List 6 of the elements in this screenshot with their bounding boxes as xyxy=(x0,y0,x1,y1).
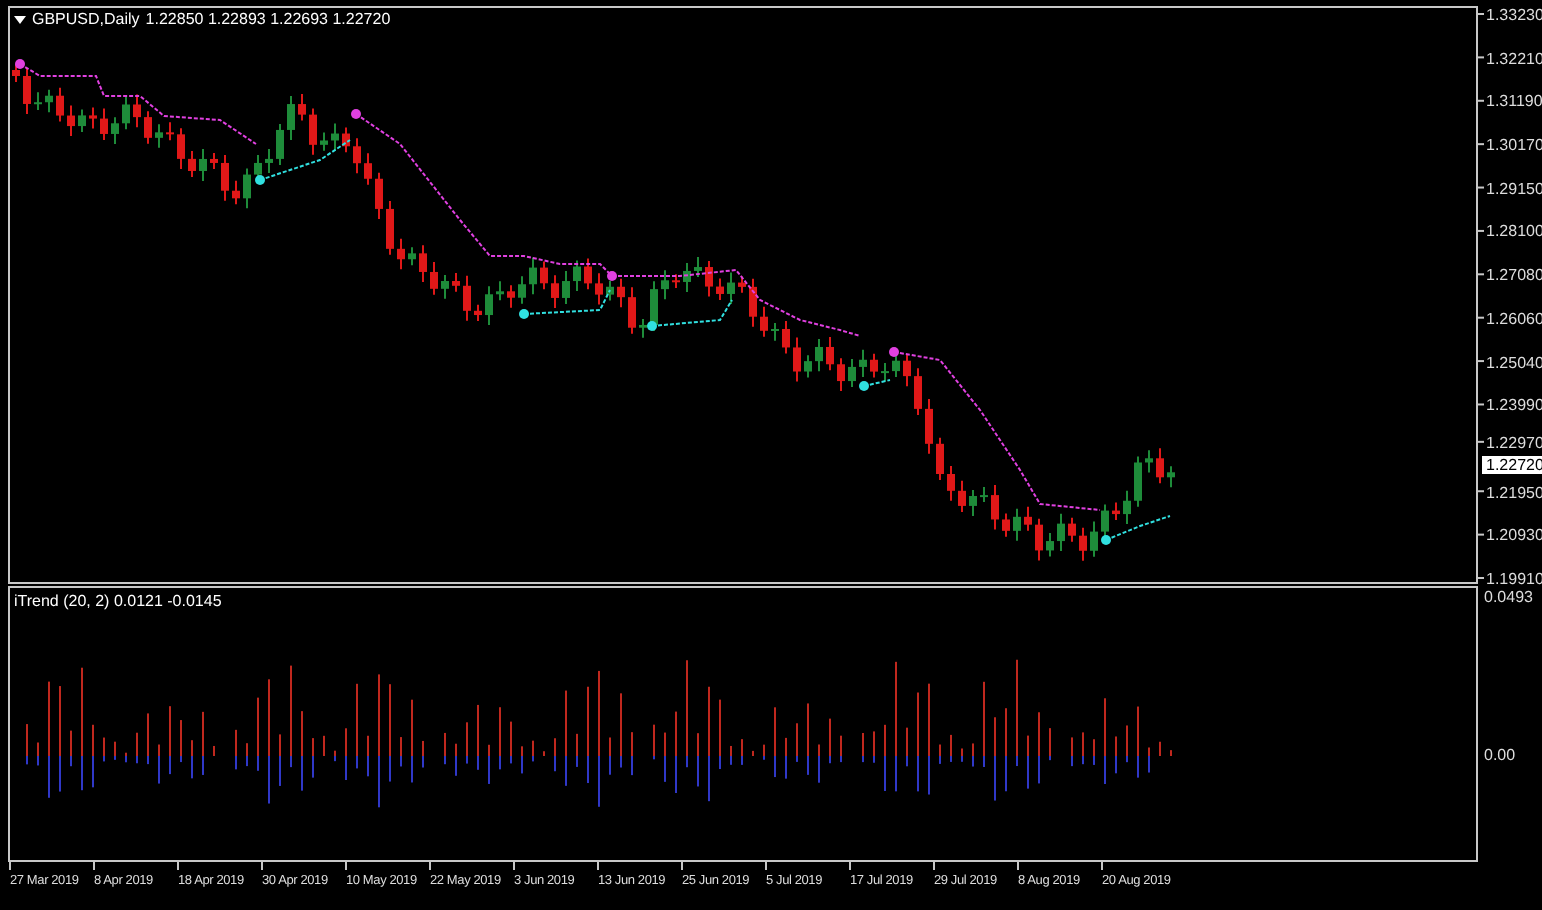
ohlc-values: 1.22850 1.22893 1.22693 1.22720 xyxy=(145,8,391,32)
indicator-axis-label: 0.00 xyxy=(1484,746,1516,764)
indicator-label: iTrend (20, 2) 0.0121 -0.0145 xyxy=(14,590,222,614)
price-axis-label: 1.31190 xyxy=(1486,92,1542,111)
symbol-label: GBPUSD,Daily xyxy=(32,8,140,32)
indicator-axis-label: 0.0493 xyxy=(1484,588,1533,606)
